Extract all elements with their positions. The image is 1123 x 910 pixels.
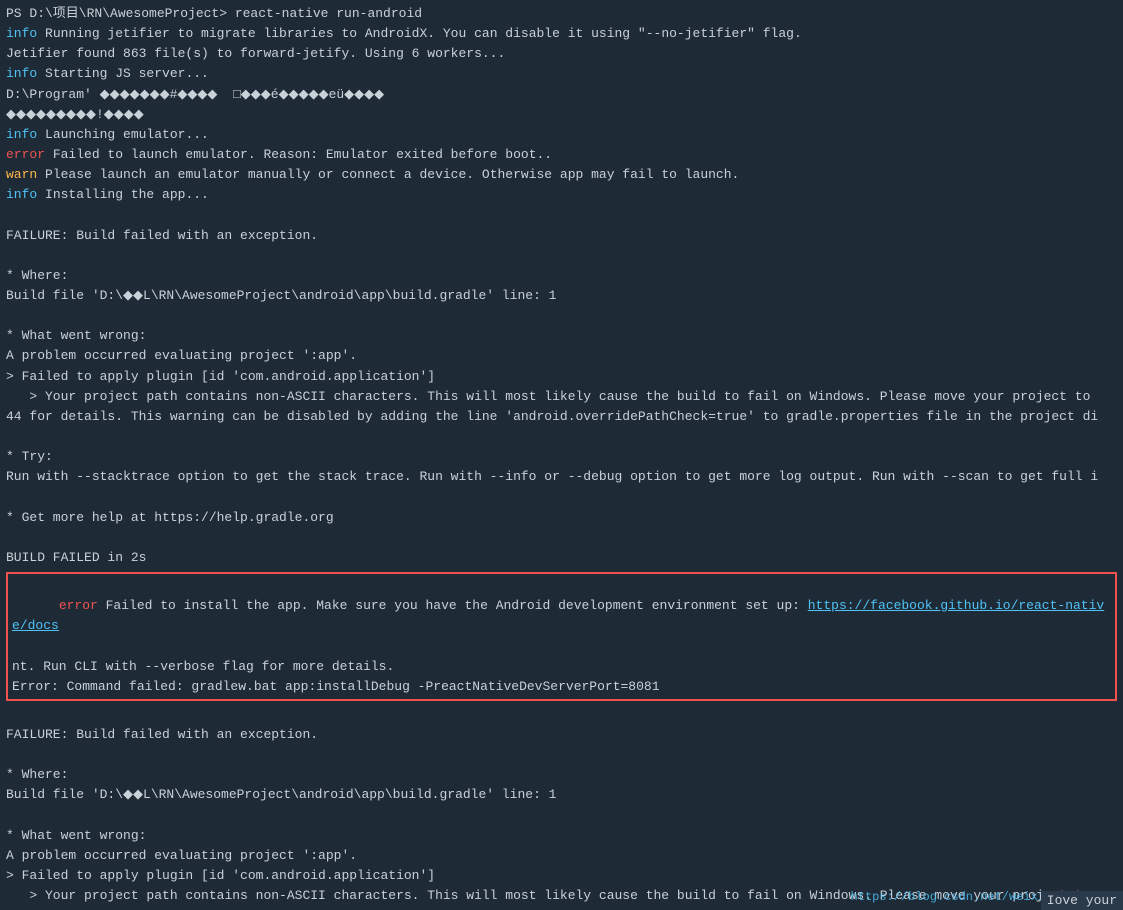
line-4: info Starting JS server... [6,64,1117,84]
info-text-2: Starting JS server... [45,66,209,81]
line-try-1: * Try: [6,447,1117,467]
warn-text-1: Please launch an emulator manually or co… [45,167,739,182]
line-6: ◆◆◆◆◆◆◆◆◆!◆◆◆◆ [6,105,1117,125]
error-box-line3: Error: Command failed: gradlew.bat app:i… [12,677,1111,697]
line-blank-6 [6,528,1117,548]
error-box-text1: Failed to install the app. Make sure you… [106,598,808,613]
line-blank-7 [6,705,1117,725]
line-failure-2: FAILURE: Build failed with an exception. [6,725,1117,745]
error-text-1: Failed to launch emulator. Reason: Emula… [53,147,552,162]
line-blank-5 [6,487,1117,507]
info-prefix-1: info [6,26,45,41]
line-blank-4 [6,427,1117,447]
watermark-love: Iove your [1041,891,1123,910]
warn-prefix-1: warn [6,167,45,182]
line-buildfailed-1: BUILD FAILED in 2s [6,548,1117,568]
line-where-1: * Where: [6,266,1117,286]
line-override-1: 44 for details. This warning can be disa… [6,407,1117,427]
line-blank-3 [6,306,1117,326]
line-buildfile-1: Build file 'D:\◆◆L\RN\AwesomeProject\and… [6,286,1117,306]
line-where-2: * Where: [6,765,1117,785]
line-help-1: * Get more help at https://help.gradle.o… [6,508,1117,528]
error-prefix-1: error [6,147,53,162]
line-whatwent-1: * What went wrong: [6,326,1117,346]
line-9: warn Please launch an emulator manually … [6,165,1117,185]
line-nonascii-1: > Your project path contains non-ASCII c… [6,387,1117,407]
error-box-line2: nt. Run CLI with --verbose flag for more… [12,657,1111,677]
line-failed-2: > Failed to apply plugin [id 'com.androi… [6,866,1117,886]
line-failed-1: > Failed to apply plugin [id 'com.androi… [6,367,1117,387]
line-blank-8 [6,745,1117,765]
line-1: PS D:\项目\RN\AwesomeProject> react-native… [6,4,1117,24]
line-3: Jetifier found 863 file(s) to forward-je… [6,44,1117,64]
info-text-4: Installing the app... [45,187,209,202]
line-whatwent-2: * What went wrong: [6,826,1117,846]
info-text-3: Launching emulator... [45,127,209,142]
line-buildfile-2: Build file 'D:\◆◆L\RN\AwesomeProject\and… [6,785,1117,805]
line-8: error Failed to launch emulator. Reason:… [6,145,1117,165]
line-blank-9 [6,805,1117,825]
line-run-1: Run with --stacktrace option to get the … [6,467,1117,487]
line-failure-1: FAILURE: Build failed with an exception. [6,226,1117,246]
line-problem-2: A problem occurred evaluating project ':… [6,846,1117,866]
info-prefix-2: info [6,66,45,81]
line-problem-1: A problem occurred evaluating project ':… [6,346,1117,366]
line-10: info Installing the app... [6,185,1117,205]
info-text-1: Running jetifier to migrate libraries to… [45,26,802,41]
line-blank-2 [6,246,1117,266]
line-blank-1 [6,205,1117,225]
info-prefix-4: info [6,187,45,202]
error-box: error Failed to install the app. Make su… [6,572,1117,701]
info-prefix-3: info [6,127,45,142]
line-7: info Launching emulator... [6,125,1117,145]
line-2: info Running jetifier to migrate librari… [6,24,1117,44]
error-box-prefix: error [59,598,106,613]
line-5: D:\Program' ◆◆◆◆◆◆◆#◆◆◆◆ □◆◆◆é◆◆◆◆◆eü◆◆◆… [6,85,1117,105]
error-box-line1: error Failed to install the app. Make su… [12,576,1111,657]
terminal: PS D:\项目\RN\AwesomeProject> react-native… [0,0,1123,910]
